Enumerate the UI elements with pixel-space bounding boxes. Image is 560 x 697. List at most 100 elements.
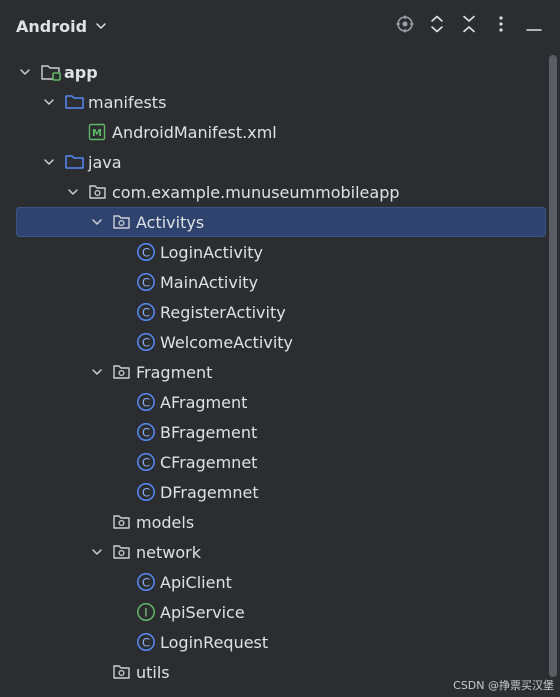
tree-node-loginactivity[interactable]: C LoginActivity: [0, 237, 548, 267]
svg-text:C: C: [142, 485, 150, 499]
svg-text:C: C: [142, 245, 150, 259]
class-icon: C: [136, 332, 156, 352]
expand-all-icon: [430, 15, 444, 37]
tree-node-manifests[interactable]: manifests: [0, 87, 548, 117]
view-selector-label: Android: [16, 16, 88, 36]
tree-node-mainactivity[interactable]: C MainActivity: [0, 267, 548, 297]
vertical-scrollbar[interactable]: [549, 55, 557, 677]
tree-node-label: java: [88, 152, 122, 172]
panel-header: Android: [0, 0, 560, 52]
tree-node-label: WelcomeActivity: [160, 332, 294, 352]
class-icon: C: [136, 272, 156, 292]
tree-node-bfragement[interactable]: C BFragement: [0, 417, 548, 447]
class-icon: C: [136, 302, 156, 322]
package-icon: [112, 663, 132, 681]
more-vertical-icon: [498, 15, 504, 37]
tree-node-label: utils: [136, 662, 170, 682]
tree-node-label: network: [136, 542, 201, 562]
select-opened-file-button[interactable]: [392, 13, 418, 39]
tree-node-label: app: [64, 62, 98, 82]
tree-node-label: MainActivity: [160, 272, 259, 292]
expand-arrow-icon[interactable]: [42, 155, 56, 169]
tree-node-label: LoginActivity: [160, 242, 263, 262]
collapse-all-icon: [462, 15, 476, 37]
tree-node-label: models: [136, 512, 195, 532]
project-panel: Android app manifests M AndroidManifest.…: [0, 0, 560, 697]
expand-arrow-icon[interactable]: [90, 215, 104, 229]
tree-node-java[interactable]: java: [0, 147, 548, 177]
svg-text:C: C: [142, 425, 150, 439]
svg-text:I: I: [144, 605, 147, 619]
tree-node-models[interactable]: models: [0, 507, 548, 537]
folder-icon: [64, 153, 86, 171]
expand-arrow-icon[interactable]: [90, 365, 104, 379]
svg-text:C: C: [142, 635, 150, 649]
class-icon: C: [136, 632, 156, 652]
package-icon: [88, 183, 108, 201]
svg-text:C: C: [142, 395, 150, 409]
expand-arrow-icon[interactable]: [42, 95, 56, 109]
svg-text:C: C: [142, 335, 150, 349]
package-icon: [112, 513, 132, 531]
tree-node-activitys[interactable]: Activitys: [16, 207, 546, 237]
tree-node-apiclient[interactable]: C ApiClient: [0, 567, 548, 597]
expand-all-button[interactable]: [424, 13, 450, 39]
svg-text:C: C: [142, 305, 150, 319]
tree-node-app[interactable]: app: [0, 57, 548, 87]
tree-node-label: Fragment: [136, 362, 213, 382]
svg-text:M: M: [92, 128, 102, 139]
folder-icon: [64, 93, 86, 111]
tree-node-welcomeactivity[interactable]: C WelcomeActivity: [0, 327, 548, 357]
tree-node-label: AFragment: [160, 392, 248, 412]
tree-node-dfragemnet[interactable]: C DFragemnet: [0, 477, 548, 507]
tree-node-network[interactable]: network: [0, 537, 548, 567]
locate-icon: [396, 15, 414, 37]
tree-node-label: Activitys: [136, 212, 205, 232]
tree-node-label: RegisterActivity: [160, 302, 286, 322]
project-tree: app manifests M AndroidManifest.xml java com.…: [0, 57, 548, 687]
class-icon: C: [136, 572, 156, 592]
minimize-icon: [526, 17, 542, 36]
manifest-file-icon: M: [88, 123, 106, 141]
svg-text:C: C: [142, 455, 150, 469]
class-icon: C: [136, 242, 156, 262]
tree-node-label: ApiClient: [160, 572, 232, 592]
chevron-down-icon: [95, 20, 107, 32]
options-menu-button[interactable]: [488, 13, 514, 39]
class-icon: C: [136, 482, 156, 502]
watermark-text: CSDN @挣票买汉堡: [453, 679, 554, 692]
tree-node-com-example-munuseummobileapp[interactable]: com.example.munuseummobileapp: [0, 177, 548, 207]
tree-node-fragment[interactable]: Fragment: [0, 357, 548, 387]
svg-text:C: C: [142, 575, 150, 589]
tree-node-label: DFragemnet: [160, 482, 259, 502]
tree-node-apiservice[interactable]: I ApiService: [0, 597, 548, 627]
tree-node-registeractivity[interactable]: C RegisterActivity: [0, 297, 548, 327]
package-icon: [112, 213, 132, 231]
tree-node-label: manifests: [88, 92, 167, 112]
tree-node-label: LoginRequest: [160, 632, 269, 652]
tree-node-label: com.example.munuseummobileapp: [112, 182, 400, 202]
class-icon: C: [136, 452, 156, 472]
class-icon: C: [136, 422, 156, 442]
collapse-all-button[interactable]: [456, 13, 482, 39]
svg-text:C: C: [142, 275, 150, 289]
expand-arrow-icon[interactable]: [66, 185, 80, 199]
tree-node-loginrequest[interactable]: C LoginRequest: [0, 627, 548, 657]
view-selector-dropdown[interactable]: Android: [16, 14, 107, 38]
hide-panel-button[interactable]: [521, 13, 547, 39]
expand-arrow-icon[interactable]: [18, 65, 32, 79]
tree-node-cfragemnet[interactable]: C CFragemnet: [0, 447, 548, 477]
package-icon: [112, 363, 132, 381]
partial-tree-row: [40, 689, 440, 697]
module-folder-icon: [40, 62, 62, 82]
tree-node-label: CFragemnet: [160, 452, 258, 472]
tree-node-androidmanifest-xml[interactable]: M AndroidManifest.xml: [0, 117, 548, 147]
tree-node-label: ApiService: [160, 602, 245, 622]
tree-node-afragment[interactable]: C AFragment: [0, 387, 548, 417]
tree-node-label: AndroidManifest.xml: [112, 122, 277, 142]
tree-node-label: BFragement: [160, 422, 258, 442]
interface-icon: I: [136, 602, 156, 622]
class-icon: C: [136, 392, 156, 412]
package-icon: [112, 543, 132, 561]
expand-arrow-icon[interactable]: [90, 545, 104, 559]
